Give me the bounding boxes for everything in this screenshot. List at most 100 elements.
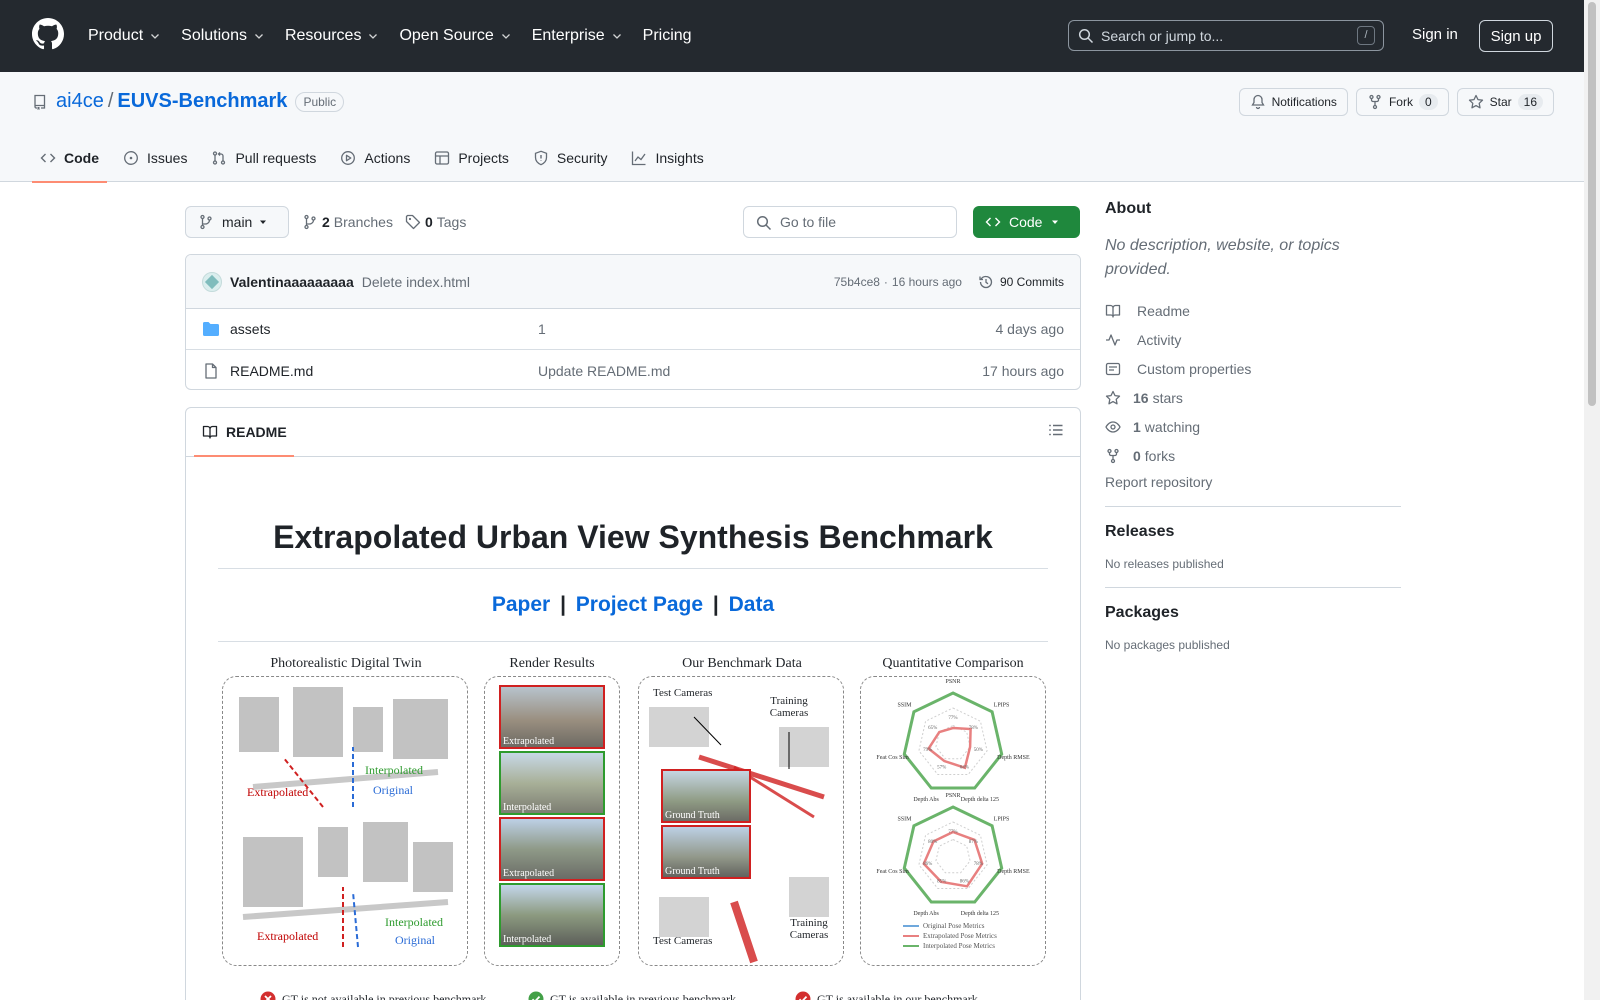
branch-selector[interactable]: main bbox=[185, 206, 289, 238]
notifications-label: Notifications bbox=[1271, 95, 1337, 109]
sidebar-item-label: Activity bbox=[1137, 331, 1182, 348]
nav-solutions[interactable]: Solutions bbox=[181, 27, 265, 45]
check-red-icon bbox=[795, 991, 811, 1000]
page-scrollbar[interactable] bbox=[1584, 0, 1600, 1000]
project-page-link[interactable]: Project Page bbox=[576, 593, 703, 616]
table-row[interactable]: README.md Update README.md 17 hours ago bbox=[186, 350, 1080, 389]
sidebar-item-stars[interactable]: 16 stars bbox=[1105, 383, 1401, 412]
extrapolated-label: Extrapolated bbox=[247, 785, 309, 799]
repo-tabs: Code Issues Pull requests Actions Projec… bbox=[32, 134, 720, 183]
radar-axis-label: SSIM bbox=[897, 702, 912, 708]
radar-value-label: 79% bbox=[923, 748, 932, 753]
tags-link[interactable]: 0 Tags bbox=[405, 214, 466, 230]
radar-legend-item: Interpolated Pose Metrics bbox=[903, 941, 997, 951]
tab-pull-requests[interactable]: Pull requests bbox=[203, 134, 324, 182]
sidebar-item-readme[interactable]: Readme bbox=[1105, 296, 1401, 325]
tab-readme[interactable]: README bbox=[194, 408, 294, 457]
book-icon bbox=[1105, 303, 1121, 319]
fork-button[interactable]: Fork 0 bbox=[1355, 88, 1449, 116]
packages-heading[interactable]: Packages bbox=[1105, 604, 1401, 622]
code-icon bbox=[40, 150, 56, 166]
nav-label: Product bbox=[88, 27, 144, 44]
avatar[interactable] bbox=[202, 271, 222, 292]
original-label: Original bbox=[395, 933, 435, 947]
nav-resources[interactable]: Resources bbox=[285, 27, 379, 45]
search-shortcut-hint: / bbox=[1357, 26, 1375, 45]
star-button[interactable]: Star 16 bbox=[1456, 88, 1554, 116]
report-repository-link[interactable]: Report repository bbox=[1105, 474, 1401, 490]
readme-links: Paper | Project Page | Data bbox=[218, 593, 1048, 642]
nav-product[interactable]: Product bbox=[88, 27, 161, 45]
sidebar-item-custom-properties[interactable]: Custom properties bbox=[1105, 354, 1401, 383]
latest-commit: Valentinaaaaaaaaa Delete index.html 75b4… bbox=[186, 255, 1080, 309]
training-cameras-label: Training Cameras bbox=[789, 917, 829, 941]
radar-value-label: 78% bbox=[974, 862, 983, 867]
radar-chart-bottom: PSNR LPIPS Depth RMSE Depth delta 125 Depth … bbox=[876, 793, 1030, 917]
sign-up-button[interactable]: Sign up bbox=[1479, 20, 1553, 52]
tab-issues[interactable]: Issues bbox=[115, 134, 195, 182]
list-icon[interactable] bbox=[1048, 422, 1064, 438]
commit-message-link[interactable]: Delete index.html bbox=[362, 274, 470, 290]
ground-truth-thumbnail: Ground Truth bbox=[661, 769, 751, 823]
commit-hash-link[interactable]: 75b4ce8 bbox=[834, 275, 880, 289]
render-label: Interpolated bbox=[503, 802, 552, 813]
github-logo-icon[interactable] bbox=[32, 18, 64, 50]
releases-heading[interactable]: Releases bbox=[1105, 523, 1401, 541]
nav-enterprise[interactable]: Enterprise bbox=[532, 27, 623, 45]
repo-owner-link[interactable]: ai4ce bbox=[56, 90, 104, 113]
fork-label: Fork bbox=[1388, 95, 1413, 109]
quantitative-panel: PSNR LPIPS Depth RMSE Depth delta 125 Depth … bbox=[860, 676, 1046, 966]
legend-text: GT is not available in previous benchmar… bbox=[282, 991, 487, 1000]
legend-swatch-blue bbox=[903, 925, 919, 927]
sidebar-item-label: forks bbox=[1144, 447, 1176, 464]
star-count: 16 bbox=[1517, 94, 1543, 110]
branches-link[interactable]: 2 Branches bbox=[302, 214, 393, 230]
radar-value-label: 57% bbox=[937, 765, 946, 770]
repo-path-separator: / bbox=[107, 90, 114, 112]
paper-link[interactable]: Paper bbox=[492, 593, 550, 616]
commit-history-link[interactable]: 90 Commits bbox=[978, 274, 1064, 290]
sidebar-item-watching[interactable]: 1 watching bbox=[1105, 412, 1401, 441]
file-name-link[interactable]: README.md bbox=[230, 363, 313, 379]
search-input[interactable]: Search or jump to... / bbox=[1068, 20, 1384, 51]
nav-open-source[interactable]: Open Source bbox=[399, 27, 511, 45]
readme-header: README bbox=[186, 408, 1080, 457]
radar-legend-item: Extrapolated Pose Metrics bbox=[903, 931, 997, 941]
nav-label: Open Source bbox=[399, 27, 494, 44]
code-icon bbox=[985, 214, 1001, 230]
tab-insights[interactable]: Insights bbox=[623, 134, 711, 182]
commit-author-link[interactable]: Valentinaaaaaaaaa bbox=[230, 274, 354, 290]
ground-truth-label: Ground Truth bbox=[665, 866, 720, 877]
tab-label: Projects bbox=[458, 150, 509, 166]
tab-actions[interactable]: Actions bbox=[332, 134, 418, 182]
render-label: Extrapolated bbox=[503, 736, 555, 747]
sidebar-item-forks[interactable]: 0 forks bbox=[1105, 441, 1401, 470]
about-description: No description, website, or topics provi… bbox=[1105, 237, 1340, 278]
file-commit-message[interactable]: 1 bbox=[538, 321, 996, 337]
tag-icon bbox=[405, 214, 421, 230]
branches-count: 2 bbox=[322, 214, 330, 230]
tab-code[interactable]: Code bbox=[32, 134, 107, 183]
file-commit-message[interactable]: Update README.md bbox=[538, 363, 982, 379]
radar-legend-label: Extrapolated Pose Metrics bbox=[923, 932, 997, 940]
notifications-button[interactable]: Notifications bbox=[1238, 88, 1348, 116]
tab-projects[interactable]: Projects bbox=[426, 134, 517, 182]
radar-axis-label: LPIPS bbox=[994, 702, 1010, 708]
table-row[interactable]: assets 1 4 days ago bbox=[186, 309, 1080, 350]
tab-security[interactable]: Security bbox=[525, 134, 616, 182]
radar-axis-label: SSIM bbox=[897, 816, 912, 822]
data-link[interactable]: Data bbox=[729, 593, 775, 616]
sidebar-item-activity[interactable]: Activity bbox=[1105, 325, 1401, 354]
readme-body: Extrapolated Urban View Synthesis Benchm… bbox=[186, 519, 1080, 1000]
go-to-file-input[interactable]: Go to file bbox=[743, 206, 957, 238]
radar-axis-label: Feat Cos Sim bbox=[876, 755, 909, 761]
repo-name-link[interactable]: EUVS-Benchmark bbox=[117, 90, 287, 113]
chevron-down-icon bbox=[253, 30, 265, 42]
code-dropdown-button[interactable]: Code bbox=[973, 206, 1080, 238]
chevron-down-icon bbox=[500, 30, 512, 42]
legend-swatch-green bbox=[903, 945, 919, 947]
scrollbar-thumb[interactable] bbox=[1588, 2, 1596, 406]
sign-in-link[interactable]: Sign in bbox=[1412, 26, 1458, 43]
nav-pricing[interactable]: Pricing bbox=[643, 27, 692, 45]
file-name-link[interactable]: assets bbox=[230, 321, 270, 337]
